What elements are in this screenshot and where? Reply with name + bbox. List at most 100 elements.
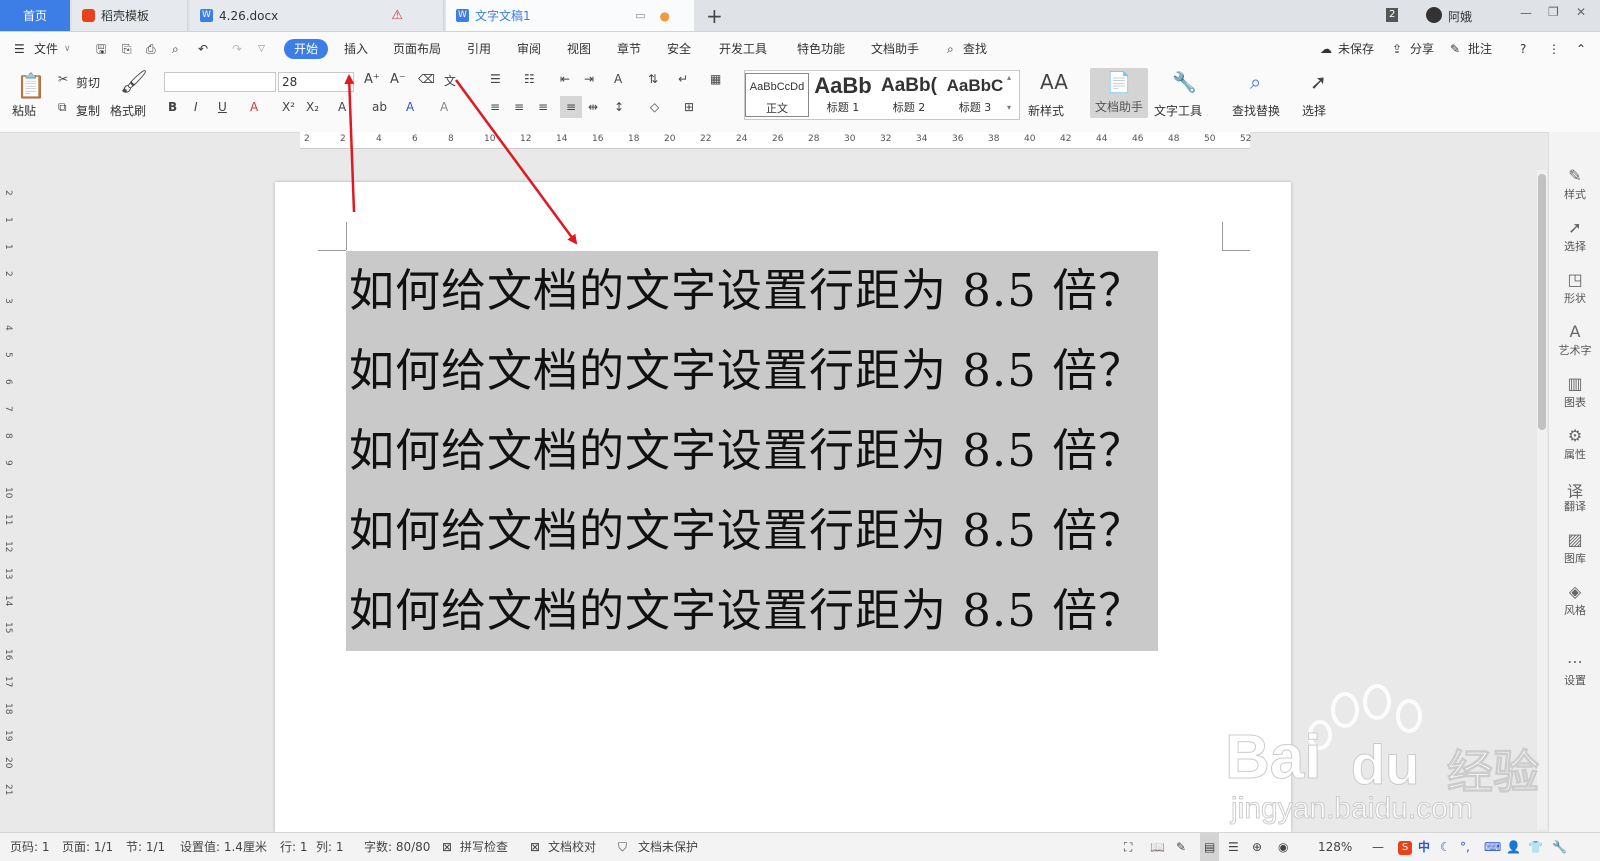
align-center-icon[interactable]: ≡	[514, 100, 524, 114]
distribute-icon[interactable]: ⇹	[588, 100, 598, 114]
moon-icon[interactable]: ☾	[1440, 833, 1451, 861]
shading-icon[interactable]: ◇	[650, 100, 659, 114]
tab-doc-active[interactable]: W 文字文稿1 ▭ ●	[446, 0, 694, 31]
ime-logo-icon[interactable]: S	[1398, 841, 1412, 855]
tab-features[interactable]: 特色功能	[797, 32, 845, 66]
status-setting[interactable]: 设置值: 1.4厘米	[180, 833, 267, 861]
page-view-icon[interactable]: ▤	[1200, 833, 1220, 861]
document-line[interactable]: 如何给文档的文字设置行距为 8.5 倍？	[349, 571, 1144, 651]
numbered-list-icon[interactable]: ☷	[524, 72, 535, 86]
tab-doc-assistant[interactable]: 文档助手	[871, 32, 919, 66]
zoom-level[interactable]: 128%	[1318, 833, 1352, 861]
fullscreen-icon[interactable]: ⛶	[1124, 833, 1132, 861]
print-preview-icon[interactable]: ⌕	[172, 32, 179, 66]
comment-button[interactable]: 批注	[1468, 32, 1492, 66]
unsaved-button[interactable]: 未保存	[1338, 32, 1374, 66]
tab-template[interactable]: 稻壳模板	[72, 0, 188, 31]
export-icon[interactable]: ⎘	[122, 32, 132, 66]
align-right-icon[interactable]: ≡	[538, 100, 548, 114]
web-view-icon[interactable]: ⊕	[1252, 833, 1262, 861]
status-section[interactable]: 节: 1/1	[126, 833, 165, 861]
share-button[interactable]: 分享	[1410, 32, 1434, 66]
char-shading-icon[interactable]: A	[440, 100, 448, 114]
doc-helper-button[interactable]: 📄 文档助手	[1090, 68, 1148, 118]
bold-icon[interactable]: B	[168, 100, 177, 114]
text-tools-button[interactable]: 文字工具	[1154, 102, 1202, 119]
status-word-count[interactable]: 字数: 80/80	[364, 833, 430, 861]
panel-chart[interactable]: ▥ 图表	[1549, 374, 1600, 410]
style-normal[interactable]: AaBbCcDd 正文	[745, 73, 809, 117]
undo-icon[interactable]: ↶	[198, 32, 208, 66]
outline-view-icon[interactable]: ☰	[1228, 833, 1239, 861]
proofread-button[interactable]: 文档校对	[548, 833, 596, 861]
subscript-icon[interactable]: X₂	[306, 100, 319, 114]
panel-styles[interactable]: ✎ 样式	[1549, 166, 1600, 202]
justify-icon[interactable]: ≡	[560, 96, 582, 118]
scroll-down-icon[interactable]: ▾	[1007, 103, 1011, 112]
panel-translate[interactable]: 译翻译	[1549, 478, 1600, 514]
tab-chapter[interactable]: 章节	[617, 32, 641, 66]
font-color-icon[interactable]: A	[406, 100, 414, 114]
strikethrough-icon[interactable]: A	[250, 100, 258, 114]
font-name-select[interactable]	[164, 72, 276, 92]
ime-wrench-icon[interactable]: 🔧	[1552, 833, 1567, 861]
underline-icon[interactable]: U	[218, 100, 227, 114]
sort-icon[interactable]: ⇅	[648, 72, 658, 86]
minimize-icon[interactable]: —	[1520, 6, 1532, 20]
write-mode-icon[interactable]: ✎	[1176, 833, 1186, 861]
quick-access-dropdown-icon[interactable]: ▽	[258, 32, 265, 66]
copy-icon[interactable]: ⧉	[58, 100, 67, 115]
bullet-list-icon[interactable]: ☰	[490, 72, 501, 86]
avatar[interactable]	[1426, 7, 1442, 23]
panel-gallery[interactable]: ▨ 图库	[1549, 530, 1600, 566]
wrench-icon[interactable]: 🔧	[1172, 70, 1197, 94]
decrease-indent-icon[interactable]: ⇤	[560, 72, 570, 86]
document-line[interactable]: 如何给文档的文字设置行距为 8.5 倍？	[349, 331, 1144, 411]
italic-icon[interactable]: I	[194, 100, 198, 114]
tab-references[interactable]: 引用	[467, 32, 491, 66]
status-page-number[interactable]: 页码: 1	[10, 833, 50, 861]
find-replace-icon[interactable]: ⌕	[1250, 70, 1261, 94]
user-icon[interactable]: 👤	[1506, 833, 1521, 861]
zoom-out-icon[interactable]: —	[1372, 833, 1384, 861]
text-effect-icon[interactable]: A	[338, 100, 346, 114]
help-button[interactable]: ?	[1520, 32, 1526, 66]
tab-insert[interactable]: 插入	[344, 32, 368, 66]
search-icon[interactable]: ⌕	[947, 32, 954, 66]
style-heading-3[interactable]: AaBbC 标题 3	[943, 73, 1007, 117]
panel-properties[interactable]: ⚙ 属性	[1549, 426, 1600, 462]
hamburger-icon[interactable]: ☰	[14, 32, 25, 66]
vertical-ruler[interactable]: 2 1 1 2 3 4 5 6 7 8 9 10 11 12 13 14 15 16 17 18 19 20 21	[0, 148, 15, 828]
tab-start[interactable]: 开始	[284, 39, 329, 59]
collapse-ribbon-icon[interactable]: ⌃	[1576, 32, 1586, 66]
ime-mode-icon[interactable]: 中	[1418, 833, 1430, 861]
border-icon[interactable]: ⊞	[684, 100, 694, 114]
spellcheck-button[interactable]: 拼写检查	[460, 833, 508, 861]
clear-format-icon[interactable]: ⌫	[418, 72, 435, 86]
keyboard-icon[interactable]: ⌨	[1484, 833, 1501, 861]
align-left-icon[interactable]: ≡	[490, 100, 500, 114]
panel-theme[interactable]: ◈ 风格	[1549, 582, 1600, 618]
paste-button[interactable]: 粘贴	[12, 102, 36, 119]
table-icon[interactable]: ▦	[710, 72, 721, 86]
status-col[interactable]: 列: 1	[316, 833, 344, 861]
menu-file[interactable]: 文件	[34, 32, 58, 66]
print-icon[interactable]: ⎙	[146, 32, 156, 66]
font-size-select[interactable]: 28	[278, 72, 354, 92]
status-row[interactable]: 行: 1	[280, 833, 308, 861]
grow-font-icon[interactable]: A⁺	[364, 72, 380, 87]
restore-icon[interactable]: ❐	[1548, 5, 1559, 19]
eye-protect-icon[interactable]: ◉	[1278, 833, 1288, 861]
menu-search[interactable]: 查找	[963, 32, 987, 66]
cut-button[interactable]: 剪切	[76, 74, 100, 91]
protection-status[interactable]: 文档未保护	[638, 833, 698, 861]
close-icon[interactable]: ✕	[1576, 5, 1586, 19]
more-icon[interactable]: ⋮	[1548, 32, 1560, 66]
select-button[interactable]: 选择	[1302, 102, 1326, 119]
tab-home[interactable]: 首页	[0, 0, 70, 31]
read-mode-icon[interactable]: 📖	[1150, 833, 1165, 861]
scroll-up-icon[interactable]: ▴	[1007, 73, 1011, 82]
panel-select[interactable]: ➚ 选择	[1549, 218, 1600, 254]
document-line[interactable]: 如何给文档的文字设置行距为 8.5 倍？	[349, 251, 1144, 331]
format-painter-icon[interactable]: 🖌	[120, 70, 148, 95]
